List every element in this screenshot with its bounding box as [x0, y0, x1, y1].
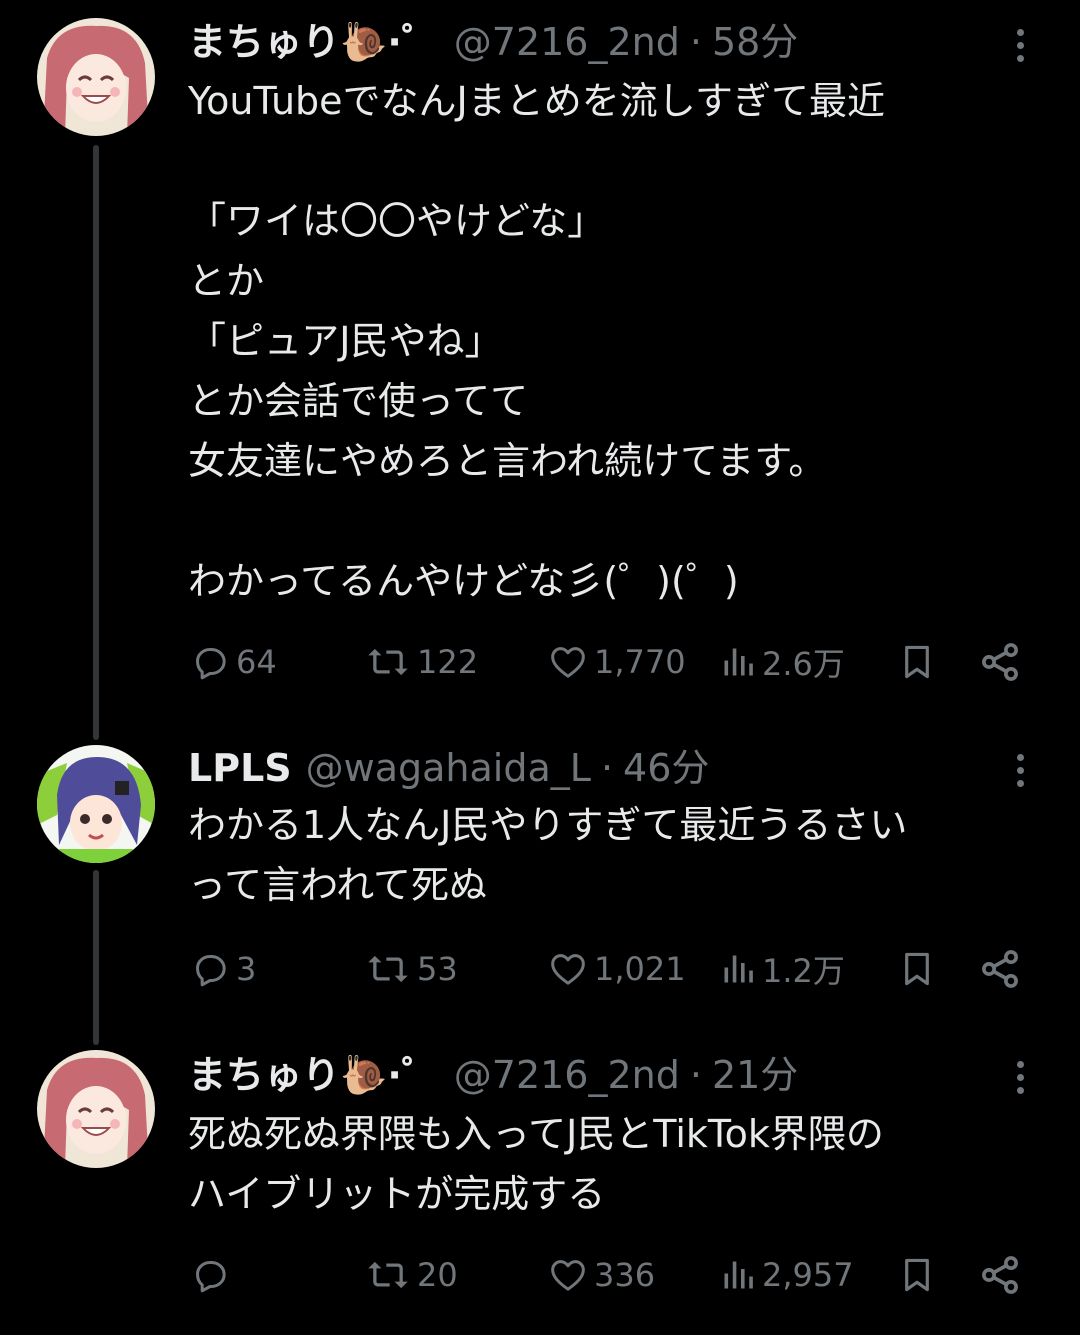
display-name[interactable]: まちゅり🐌⋅゜ — [188, 1050, 440, 1100]
bookmark-icon — [905, 952, 929, 986]
tweet-1[interactable]: まちゅり🐌⋅゜ @7216_2nd · 58分 YouTubeでなんJまとめを流… — [0, 0, 1080, 745]
tweet-line: わかる1人なんJ民やりすぎて最近うるさい — [188, 803, 908, 847]
share-icon — [982, 950, 1018, 988]
retweet-button[interactable]: 20 — [365, 1250, 458, 1300]
like-count: 1,770 — [594, 643, 686, 681]
like-button[interactable]: 1,021 — [548, 944, 686, 994]
more-dots-icon[interactable] — [1008, 745, 1032, 795]
timestamp[interactable]: 46分 — [623, 743, 709, 793]
tweet-header: まちゅり🐌⋅゜ @7216_2nd · 21分 — [188, 1050, 798, 1100]
reply-icon — [196, 955, 226, 987]
separator-dot: · — [600, 746, 614, 790]
heart-icon — [551, 647, 585, 678]
tweet-line: 「ピュアJ民やね」 — [188, 319, 503, 363]
bookmark-icon — [905, 645, 929, 679]
retweet-icon — [368, 1261, 408, 1289]
tweet-line: ハイブリットが完成する — [188, 1172, 606, 1216]
views-icon — [724, 648, 753, 676]
bookmark-button[interactable] — [898, 637, 936, 687]
views-button[interactable]: 1.2万 — [720, 944, 845, 994]
tweet-line: YouTubeでなんJまとめを流しすぎて最近 — [188, 79, 885, 123]
tweet-line: わかってるんやけどな彡(゜)(゜) — [188, 559, 739, 603]
separator-dot: · — [689, 20, 702, 64]
tweet-2[interactable]: LPLS @wagahaida_L · 46分 わかる1人なんJ民やりすぎて最近… — [0, 745, 1080, 1050]
retweet-icon — [368, 955, 408, 983]
like-count: 1,021 — [594, 950, 686, 988]
retweet-button[interactable]: 122 — [365, 637, 478, 687]
tweet-line: とか — [188, 259, 265, 303]
tweet-text: 死ぬ死ぬ界隈も入ってJ民とTikTok界隈の ハイブリットが完成する — [188, 1104, 1048, 1224]
more-dots-icon[interactable] — [1008, 20, 1032, 70]
display-name[interactable]: LPLS — [188, 743, 292, 793]
heart-icon — [551, 1260, 585, 1291]
like-button[interactable]: 336 — [548, 1250, 655, 1300]
views-button[interactable]: 2,957 — [720, 1250, 854, 1300]
heart-icon — [551, 954, 585, 985]
tweet-line: とか会話で使ってて — [188, 379, 529, 423]
reply-button[interactable]: 64 — [190, 637, 277, 687]
separator-dot: · — [689, 1053, 702, 1097]
tweet-header: LPLS @wagahaida_L · 46分 — [188, 743, 709, 793]
avatar[interactable] — [37, 1050, 155, 1168]
bookmark-icon — [905, 1258, 929, 1292]
reply-icon — [196, 1261, 226, 1293]
timestamp[interactable]: 21分 — [712, 1050, 798, 1100]
share-button[interactable] — [978, 944, 1022, 994]
action-bar: 3 53 1,021 1.2万 — [0, 944, 1080, 994]
tweet-line: って言われて死ぬ — [188, 863, 488, 907]
user-handle[interactable]: @7216_2nd — [454, 17, 680, 67]
tweet-line: 女友達にやめろと言われ続けてます。 — [188, 439, 827, 483]
user-handle[interactable]: @7216_2nd — [454, 1050, 680, 1100]
tweet-line — [188, 131, 1048, 191]
reply-count: 3 — [236, 950, 257, 988]
display-name[interactable]: まちゅり🐌⋅゜ — [188, 17, 440, 67]
tweet-line: 死ぬ死ぬ界隈も入ってJ民とTikTok界隈の — [188, 1112, 884, 1156]
avatar[interactable] — [37, 18, 155, 136]
tweet-text: YouTubeでなんJまとめを流しすぎて最近 「ワイは〇〇やけどな」 とか 「ピ… — [188, 71, 1048, 611]
retweet-count: 122 — [417, 643, 479, 681]
more-dots-icon[interactable] — [1008, 1052, 1032, 1102]
share-icon — [982, 1256, 1018, 1294]
views-icon — [724, 955, 753, 983]
share-button[interactable] — [978, 1250, 1022, 1300]
tweet-3[interactable]: まちゅり🐌⋅゜ @7216_2nd · 21分 死ぬ死ぬ界隈も入ってJ民とTik… — [0, 1050, 1080, 1335]
reply-icon — [196, 648, 226, 680]
tweet-header: まちゅり🐌⋅゜ @7216_2nd · 58分 — [188, 17, 798, 67]
views-count: 2,957 — [762, 1256, 854, 1294]
reply-button[interactable] — [190, 1250, 236, 1300]
retweet-count: 20 — [417, 1256, 458, 1294]
tweet-line: 「ワイは〇〇やけどな」 — [188, 199, 606, 243]
views-count: 2.6万 — [762, 645, 845, 683]
reply-button[interactable]: 3 — [190, 944, 256, 994]
tweet-line — [188, 491, 1048, 551]
views-count: 1.2万 — [762, 952, 845, 990]
tweet-text: わかる1人なんJ民やりすぎて最近うるさい って言われて死ぬ — [188, 795, 1048, 915]
timestamp[interactable]: 58分 — [712, 17, 798, 67]
action-bar: 64 122 1,770 2.6万 — [0, 637, 1080, 687]
avatar[interactable] — [37, 745, 155, 863]
share-button[interactable] — [978, 637, 1022, 687]
retweet-icon — [368, 648, 408, 676]
views-icon — [724, 1261, 753, 1289]
retweet-count: 53 — [417, 950, 458, 988]
views-button[interactable]: 2.6万 — [720, 637, 845, 687]
action-bar: 20 336 2,957 — [0, 1250, 1080, 1300]
bookmark-button[interactable] — [898, 944, 936, 994]
bookmark-button[interactable] — [898, 1250, 936, 1300]
share-icon — [982, 643, 1018, 681]
like-button[interactable]: 1,770 — [548, 637, 686, 687]
retweet-button[interactable]: 53 — [365, 944, 458, 994]
user-handle[interactable]: @wagahaida_L — [306, 743, 591, 793]
like-count: 336 — [594, 1256, 656, 1294]
reply-count: 64 — [236, 643, 277, 681]
